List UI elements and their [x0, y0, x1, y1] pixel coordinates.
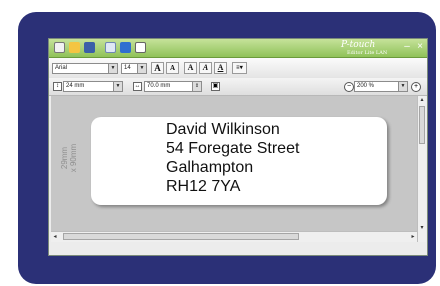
chevron-down-icon: ▼ — [108, 64, 117, 73]
horizontal-scrollbar[interactable]: ◂ ▸ — [51, 231, 417, 242]
chevron-down-icon: ▼ — [113, 82, 122, 91]
tape-length-input[interactable]: 70.0 mm ⇕ — [144, 81, 202, 92]
zoom-in-icon[interactable]: + — [411, 82, 421, 92]
vertical-scroll-thumb[interactable] — [419, 106, 425, 144]
minimize-button[interactable]: – — [401, 41, 413, 53]
zoom-select[interactable]: 200 % ▼ — [354, 81, 408, 92]
italic-button[interactable]: A — [199, 62, 212, 74]
tape-width-select[interactable]: 24 mm ▼ — [63, 81, 123, 92]
grow-font-button[interactable]: A — [151, 62, 164, 74]
scroll-left-icon[interactable]: ◂ — [51, 233, 59, 241]
copy-icon[interactable] — [120, 42, 131, 53]
font-toolbar: Arial▼ 14▼ A A A A A ≡▾ ▼ — [49, 58, 427, 95]
paste-icon[interactable] — [135, 42, 146, 53]
bold-button[interactable]: A — [184, 62, 197, 74]
tape-length-icon: ↔ — [133, 82, 142, 91]
scroll-down-icon[interactable]: ▾ — [418, 224, 426, 232]
close-button[interactable]: × — [414, 41, 426, 53]
font-size-select[interactable]: 14 ▼ — [121, 63, 147, 74]
frame-icon[interactable]: ▣ — [211, 82, 220, 91]
ptouch-editor-window: P-touch Editor Lite LAN – × Arial ▼ 14 ▼ A… — [48, 38, 428, 256]
tape-width-icon: ↕ — [53, 82, 62, 91]
label-tape[interactable]: David Wilkinson 54 Foregate Street Galha… — [91, 117, 387, 205]
label-line-postcode: RH12 7YA — [166, 178, 241, 195]
cut-icon[interactable] — [105, 42, 116, 53]
font-name-select[interactable]: Arial ▼ — [52, 63, 118, 74]
ptouch-brand-logo: P-touch Editor Lite LAN — [341, 40, 388, 56]
horizontal-scroll-thumb[interactable] — [63, 233, 299, 240]
label-line-name: David Wilkinson — [166, 121, 280, 138]
title-bar: P-touch Editor Lite LAN – × — [49, 39, 427, 58]
label-toolbar: ↕ 24 mm ▼ ↔ 70.0 mm ⇕ ▣ − 200 % ▼ + — [49, 78, 427, 96]
underline-button[interactable]: A — [214, 62, 227, 74]
label-canvas[interactable]: 29mm x 90mm David Wilkinson 54 Foregate … — [51, 96, 417, 242]
shrink-font-button[interactable]: A — [166, 62, 179, 74]
new-icon[interactable] — [54, 42, 65, 53]
chevron-down-icon: ▼ — [398, 82, 407, 91]
vertical-scrollbar[interactable]: ▴ ▾ — [417, 96, 426, 242]
label-dimension: 29mm x 90mm — [60, 143, 78, 173]
chevron-down-icon: ▼ — [137, 64, 146, 73]
save-icon[interactable] — [84, 42, 95, 53]
open-folder-icon[interactable] — [69, 42, 80, 53]
zoom-out-icon[interactable]: − — [344, 82, 354, 92]
align-menu-icon[interactable]: ≡▾ — [232, 62, 247, 74]
label-text-block[interactable]: David Wilkinson 54 Foregate Street Galha… — [166, 120, 299, 196]
scroll-up-icon[interactable]: ▴ — [418, 96, 426, 104]
scroll-right-icon[interactable]: ▸ — [409, 233, 417, 241]
spin-arrows-icon[interactable]: ⇕ — [192, 82, 201, 91]
label-line-street: 54 Foregate Street — [166, 140, 300, 157]
label-line-town: Galhampton — [166, 159, 254, 176]
